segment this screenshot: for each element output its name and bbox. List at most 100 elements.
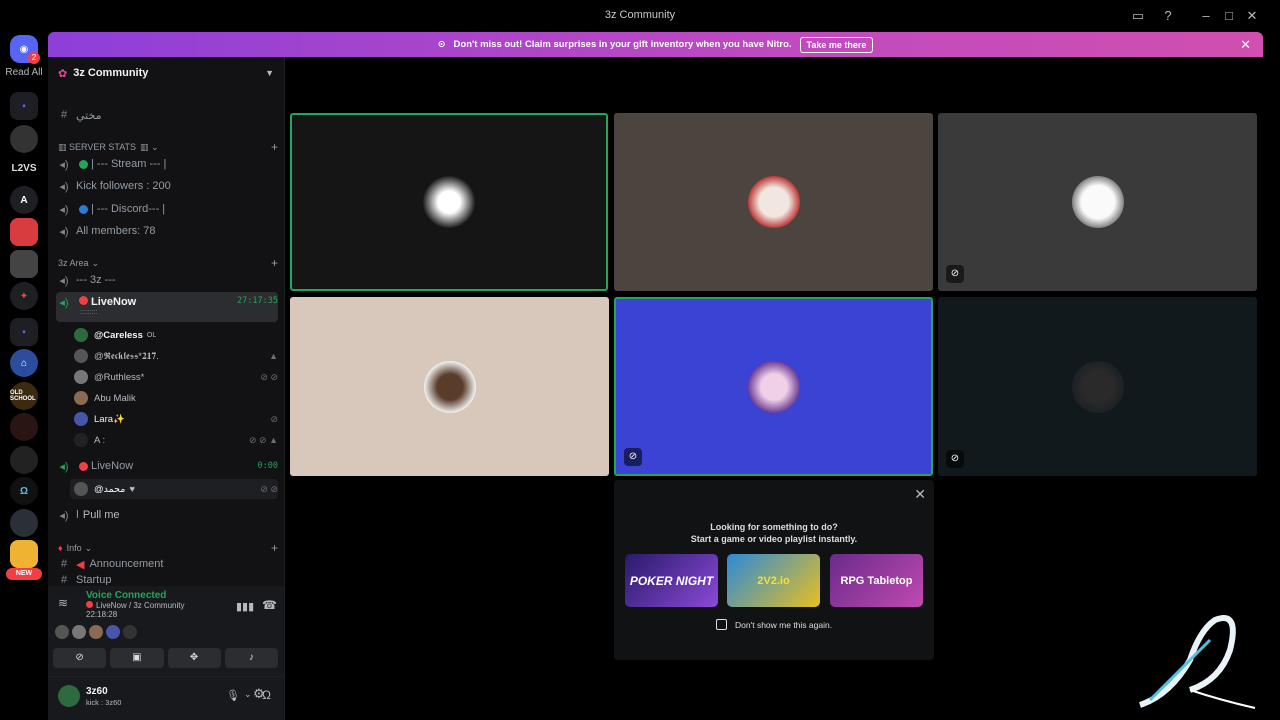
avatar [106,625,120,639]
channel-startup[interactable]: # Startup [56,575,278,585]
category-info[interactable]: ♦ Info ⌄ + [58,541,278,555]
channel-label: All members: 78 [76,225,156,237]
participant-tile[interactable] [614,113,933,291]
avatar [747,176,800,228]
voice-user[interactable]: @𝕽𝖊𝖈𝖐𝖑𝖊𝖘𝖘*𝟐𝟏𝟕. ▲ [74,346,278,366]
close-window-icon[interactable]: ✕ [1244,8,1260,24]
channel-livenow-2[interactable]: ◂) LiveNow 0:00 [56,456,278,476]
channel-pull-me[interactable]: ◂) ǀ Pull me [56,505,278,525]
voice-user[interactable]: A : ⊘ ⊘ ▲ [74,430,278,450]
server-oldschool[interactable]: OLD SCHOOL [10,382,38,410]
server-icon-red[interactable] [10,218,38,246]
banner-close-icon[interactable]: ✕ [1240,37,1251,53]
folder-icon-2[interactable]: ▪ [10,318,38,346]
channel-livenow-1[interactable]: ◂) LiveNow 27:17:35 ::::::::: [56,292,278,322]
add-channel-icon[interactable]: + [271,256,278,270]
channel-kick-followers[interactable]: ◂) Kick followers : 200 [56,176,278,196]
server-icon-2[interactable] [10,250,38,278]
channel-announcement[interactable]: # ◀ Announcement [56,554,278,574]
activities-button[interactable]: ✥ [167,648,221,668]
server-icon-5[interactable] [10,446,38,474]
maximize-icon[interactable]: □ [1221,8,1237,24]
participant-tile[interactable]: ⊘ [938,113,1257,291]
activity-card-2v2[interactable]: 2V2.io [727,554,820,607]
user-avatar[interactable] [58,685,80,707]
read-all-button[interactable]: Read All [0,67,48,78]
voice-channel-label: LiveNow / 3z Community [96,601,185,610]
server-icon-1[interactable] [10,125,38,153]
help-icon[interactable]: ? [1160,8,1176,24]
mic-icon[interactable]: 🎙︎ [226,689,240,702]
voice-timer: 0:00 [257,461,278,471]
server-icon-8[interactable] [10,540,38,568]
green-dot-icon [79,159,88,169]
participant-tile[interactable]: ⊘ [938,297,1257,476]
soundboard-button[interactable]: ♪ [224,648,278,668]
voice-user[interactable]: @Ruthless* ⊘ ⊘ [74,367,278,387]
add-channel-icon[interactable]: + [271,541,278,555]
user-tag: OL [146,331,157,339]
user-name: A : [94,434,106,446]
server-icon-3[interactable]: ✦ [10,282,38,310]
headline-line-2: Start a game or video playlist instantly… [690,534,858,544]
muted-icons: ⊘ ⊘ ▲ [249,434,278,445]
channel-label: --- 3z --- [76,274,116,286]
channel-label: | --- Stream --- | [91,158,167,170]
channel-label: Kick followers : 200 [76,180,171,192]
screen-share-icon[interactable]: ▭ [1130,8,1146,24]
avatar [55,625,69,639]
deafened-icon: ⊘ [624,448,642,466]
server-l2vs[interactable]: L2VS [0,163,48,174]
blue-dot-icon [79,204,88,214]
channel-stream[interactable]: ◂) | --- Stream --- | [56,154,278,174]
folder-icon[interactable]: ▪ [10,92,38,120]
close-icon[interactable]: ✕ [914,486,926,503]
speaker-icon: ◂) [59,158,69,171]
channel-top[interactable]: # مختي [56,105,278,125]
server-icon-7[interactable] [10,509,38,537]
chevron-down-icon: ⌄ [84,542,93,553]
activity-card-poker[interactable]: POKER NIGHT [625,554,718,607]
server-icon-6[interactable]: Ω [10,477,38,505]
hash-icon: # [60,575,68,585]
add-channel-icon[interactable]: + [271,140,278,154]
voice-connected-panel: ≋ Voice Connected LiveNow / 3z Community… [48,586,284,676]
headline-line-1: Looking for something to do? [710,522,838,532]
channel-all-members[interactable]: ◂) All members: 78 [56,221,278,241]
speaker-icon: ◂) [59,180,69,193]
settings-icon[interactable]: ⚙ [253,686,265,702]
channel-3z[interactable]: ◂) --- 3z --- [56,270,278,290]
channel-discord[interactable]: ◂) | --- Discord--- | [56,199,278,219]
noise-suppression-icon[interactable]: ▮▮▮ [236,600,254,613]
camera-off-button[interactable]: ⊘ [53,648,107,668]
deafened-icon: ⊘ [946,450,964,468]
category-3z-area[interactable]: 3z Area ⌄ + [58,256,278,270]
chevron-down-icon: ⌄ [91,257,100,268]
server-icon-4[interactable] [10,413,38,441]
category-server-stats[interactable]: ▥ SERVER STATS ▥ ⌄ + [58,140,278,154]
voice-user[interactable]: @Careless OL [74,325,278,345]
participant-tile[interactable] [290,297,609,476]
guild-header[interactable]: ✿ 3z Community ▼ [48,57,284,89]
user-name: @𝕽𝖊𝖈𝖐𝖑𝖊𝖘𝖘*𝟐𝟏𝟕. [94,350,159,362]
share-screen-button[interactable]: ▣ [110,648,164,668]
voice-user[interactable]: Lara✨ ⊘ [74,409,278,429]
voice-user-self[interactable]: @محمد ♥ ⊘ ⊘ [70,479,278,499]
participant-tile[interactable] [290,113,608,291]
stats-icon: ▥ [58,141,70,152]
banner-cta-button[interactable]: Take me there [799,36,874,53]
participant-tile-speaking[interactable]: ⊘ [614,297,933,476]
minimize-icon[interactable]: – [1198,8,1214,24]
separator: ǀ [76,509,79,521]
dont-show-checkbox[interactable] [716,619,727,630]
disconnect-icon[interactable]: ☎ [262,598,277,612]
channel-label: Startup [76,575,112,585]
speaker-icon: ◂) [59,274,69,287]
deafened-icon: ⊘ [270,413,278,424]
server-a[interactable]: A [10,186,38,214]
home-server-icon[interactable]: ⌂ [10,349,38,377]
chevron-down-icon[interactable]: ⌄ [244,689,252,700]
heart-icon: ♥ [129,483,135,495]
activity-card-rpg[interactable]: RPG Tabletop [830,554,923,607]
voice-user[interactable]: Abu Malik [74,388,278,408]
